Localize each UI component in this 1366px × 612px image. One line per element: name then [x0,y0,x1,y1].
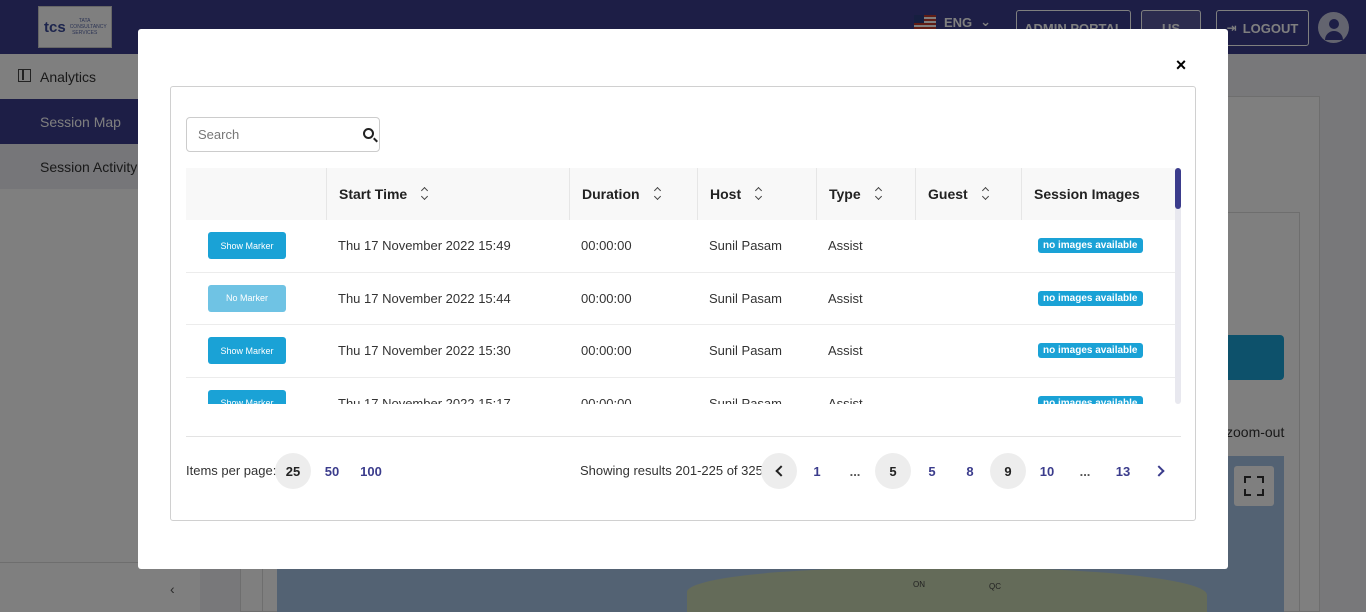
host-cell: Sunil Pasam [709,343,782,359]
column-header-label: Host [710,186,742,202]
duration-cell: 00:00:00 [581,290,632,306]
table-row: Show Marker Thu 17 November 2022 15:49 0… [186,220,1176,273]
page-size-25[interactable]: 25 [275,453,311,489]
start-time-cell: Thu 17 November 2022 15:49 [338,238,511,254]
duration-cell: 00:00:00 [581,343,632,359]
chevron-left-icon [775,465,787,477]
close-icon[interactable]: × [1171,55,1191,75]
search-box [186,117,380,152]
start-time-cell: Thu 17 November 2022 15:17 [338,395,511,404]
table-body: Show Marker Thu 17 November 2022 15:49 0… [186,220,1176,404]
column-header-label: Duration [582,186,640,202]
column-header-host[interactable]: Host [697,168,816,220]
type-cell: Assist [828,238,863,254]
start-time-cell: Thu 17 November 2022 15:30 [338,343,511,359]
page-8[interactable]: 8 [952,453,988,489]
page-5[interactable]: 5 [914,453,950,489]
page-10[interactable]: 10 [1029,453,1065,489]
search-input[interactable] [187,118,352,151]
guest-cell [915,378,1021,405]
type-cell: Assist [828,395,863,404]
guest-cell [915,220,1021,272]
column-header-label: Guest [928,186,968,202]
type-cell: Assist [828,290,863,306]
table-header: Start Time Duration Host Type Guest Sess… [186,168,1176,220]
sessions-modal: × Start Time Duration Host Type [138,29,1228,569]
table-row: No Marker Thu 17 November 2022 15:44 00:… [186,273,1176,325]
sort-icon[interactable] [982,188,990,200]
divider [186,436,1181,437]
table-scrollbar[interactable] [1175,168,1181,404]
guest-cell [915,325,1021,377]
sort-icon[interactable] [654,188,662,200]
chevron-right-icon [1153,465,1165,477]
no-images-badge: no images available [1038,343,1143,359]
duration-cell: 00:00:00 [581,395,632,404]
show-marker-button[interactable]: Show Marker [208,389,286,404]
sort-icon[interactable] [755,188,763,200]
page-13[interactable]: 13 [1105,453,1141,489]
host-cell: Sunil Pasam [709,395,782,404]
page-1[interactable]: 1 [799,453,835,489]
next-page-button[interactable] [1143,453,1179,489]
page-9-current[interactable]: 9 [990,453,1026,489]
show-marker-button[interactable]: Show Marker [208,337,286,365]
column-header-duration[interactable]: Duration [569,168,697,220]
scrollbar-thumb[interactable] [1175,168,1181,209]
column-header-label: Session Images [1034,186,1140,202]
sort-icon[interactable] [875,188,883,200]
no-images-badge: no images available [1038,395,1143,404]
duration-cell: 00:00:00 [581,238,632,254]
guest-cell [915,273,1021,325]
sessions-panel: Start Time Duration Host Type Guest Sess… [170,86,1196,521]
host-cell: Sunil Pasam [709,290,782,306]
sessions-table: Start Time Duration Host Type Guest Sess… [186,168,1181,404]
no-marker-button: No Marker [208,284,286,312]
results-count: Showing results 201-225 of 325 [580,463,763,478]
column-header-label: Type [829,186,861,202]
column-header-session-images: Session Images [1021,168,1176,220]
column-header-guest[interactable]: Guest [915,168,1021,220]
host-cell: Sunil Pasam [709,238,782,254]
table-row: Show Marker Thu 17 November 2022 15:30 0… [186,325,1176,378]
pagination: Items per page: 25 50 100 Showing result… [186,452,1181,490]
page-size-100[interactable]: 100 [353,453,389,489]
previous-page-button[interactable] [761,453,797,489]
no-images-badge: no images available [1038,290,1143,306]
column-header-marker [186,168,326,220]
show-marker-button[interactable]: Show Marker [208,232,286,260]
column-header-start-time[interactable]: Start Time [326,168,569,220]
table-row: Show Marker Thu 17 November 2022 15:17 0… [186,378,1176,405]
search-icon[interactable] [363,128,374,139]
items-per-page-label: Items per page: [186,463,277,478]
page-5-active[interactable]: 5 [875,453,911,489]
page-size-50[interactable]: 50 [314,453,350,489]
page-ellipsis: ... [1079,463,1091,479]
page-ellipsis: ... [849,463,861,479]
column-header-label: Start Time [339,186,408,202]
sort-icon[interactable] [421,188,429,200]
type-cell: Assist [828,343,863,359]
no-images-badge: no images available [1038,238,1143,254]
start-time-cell: Thu 17 November 2022 15:44 [338,290,511,306]
column-header-type[interactable]: Type [816,168,915,220]
